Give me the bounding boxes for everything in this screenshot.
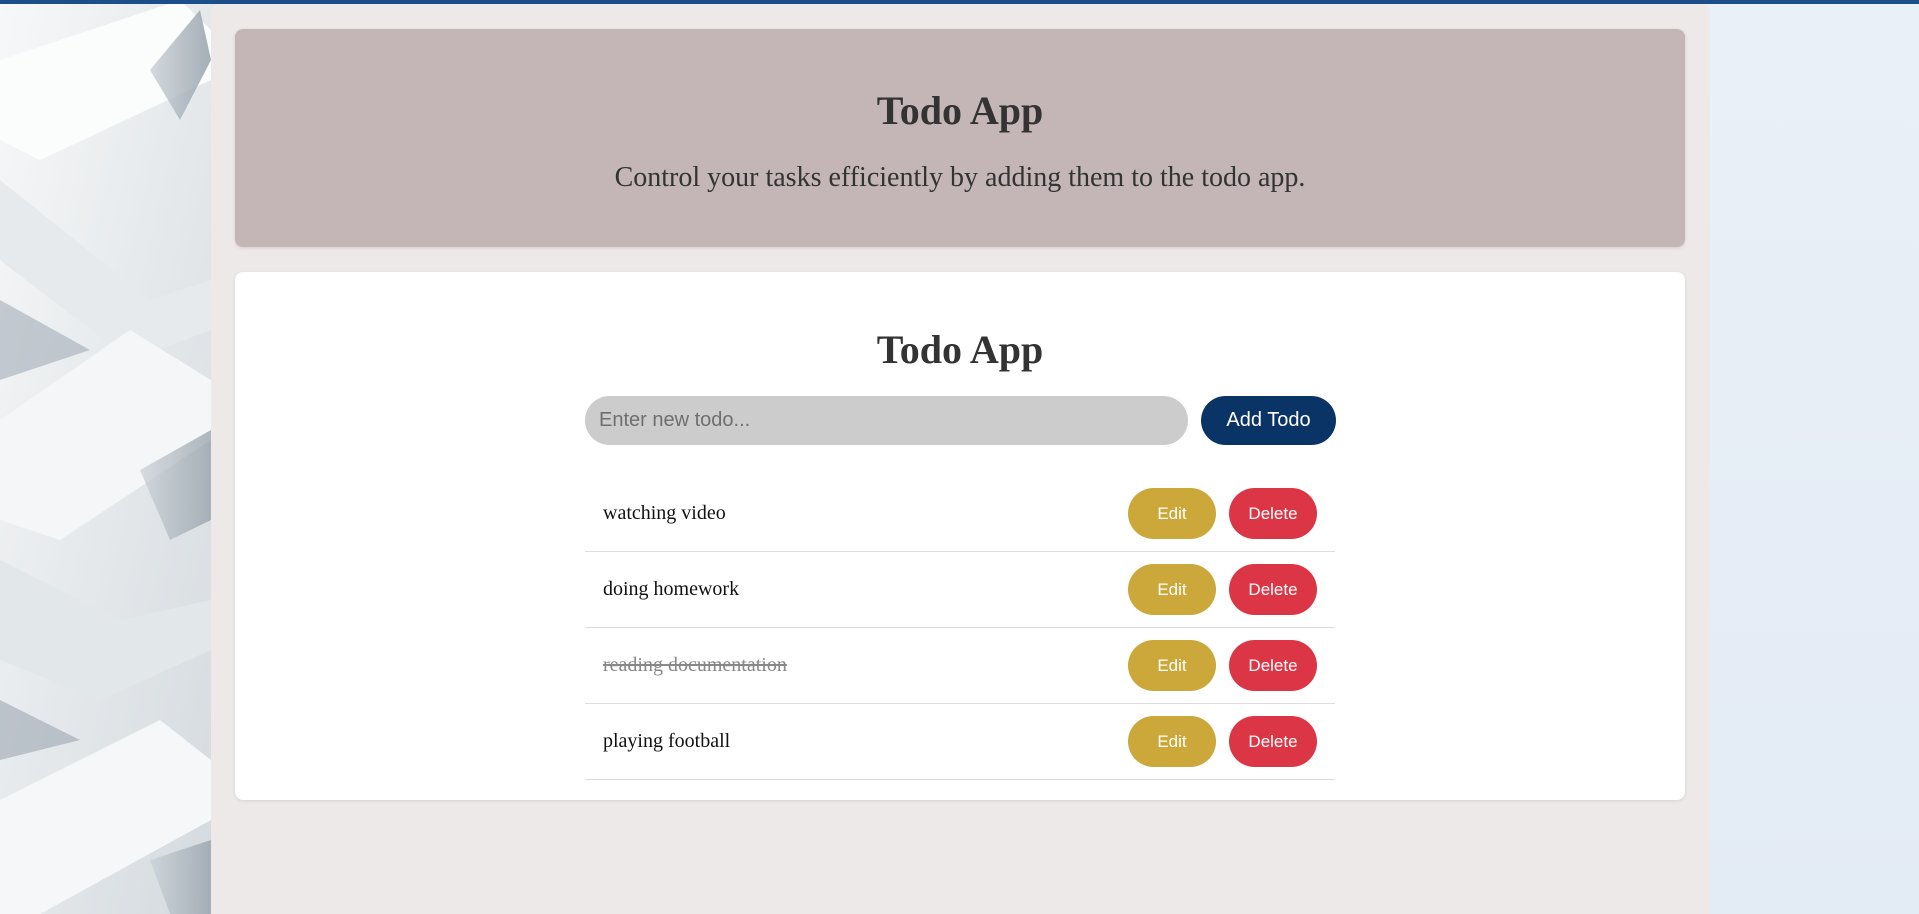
todo-item: watching video Edit Delete [585, 476, 1335, 552]
todo-text[interactable]: reading documentation [603, 628, 787, 703]
delete-button[interactable]: Delete [1229, 716, 1317, 767]
delete-button[interactable]: Delete [1229, 564, 1317, 615]
page-container: Todo App Control your tasks efficiently … [211, 4, 1710, 914]
header-title: Todo App [876, 88, 1044, 133]
new-todo-input[interactable] [585, 396, 1188, 445]
todo-item: reading documentation Edit Delete [585, 628, 1335, 704]
background-decoration-left [0, 0, 211, 914]
edit-button[interactable]: Edit [1128, 640, 1216, 691]
add-todo-button[interactable]: Add Todo [1201, 396, 1336, 445]
edit-button[interactable]: Edit [1128, 564, 1216, 615]
todo-text[interactable]: playing football [603, 704, 730, 779]
add-todo-form: Add Todo [585, 396, 1336, 446]
edit-button[interactable]: Edit [1128, 716, 1216, 767]
header-banner: Todo App Control your tasks efficiently … [235, 29, 1685, 247]
todo-list: watching video Edit Delete doing homewor… [585, 476, 1335, 780]
edit-button[interactable]: Edit [1128, 488, 1216, 539]
delete-button[interactable]: Delete [1229, 488, 1317, 539]
todo-text[interactable]: watching video [603, 476, 726, 551]
header-subtitle: Control your tasks efficiently by adding… [614, 162, 1306, 193]
todo-item: playing football Edit Delete [585, 704, 1335, 780]
top-accent-bar [0, 0, 1919, 4]
todo-item: doing homework Edit Delete [585, 552, 1335, 628]
abstract-geometry-image [0, 0, 211, 914]
todo-card: Todo App Add Todo watching video Edit De… [235, 272, 1685, 800]
todo-text[interactable]: doing homework [603, 552, 739, 627]
delete-button[interactable]: Delete [1229, 640, 1317, 691]
background-decoration-right [1710, 0, 1919, 914]
todo-card-title: Todo App [876, 327, 1044, 372]
